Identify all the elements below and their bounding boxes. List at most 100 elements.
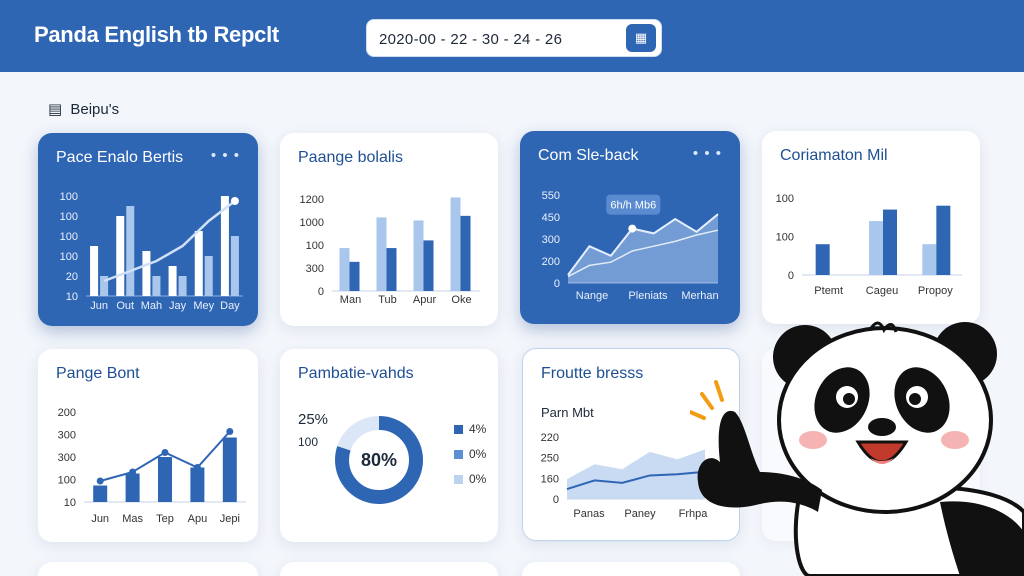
date-range-field[interactable]: 2020-00 - 22 - 30 - 24 - 26 ▦ — [366, 19, 662, 57]
y-tick-label: 160 — [541, 473, 559, 485]
card-subtitle: Parn Mbt — [541, 405, 594, 420]
line-point — [226, 428, 234, 435]
bar — [178, 276, 187, 296]
y-tick-label: 0 — [788, 270, 794, 282]
y-tick-label: 300 — [58, 452, 76, 464]
x-tick-label: Man — [340, 294, 361, 306]
y-tick-label: 100 — [60, 191, 78, 203]
panda-mascot-illustration — [690, 321, 1024, 576]
app-title: Panda English tb Repclt — [34, 22, 279, 47]
card-partial — [38, 562, 258, 576]
bar — [349, 261, 360, 291]
y-tick-label: 100 — [776, 232, 794, 244]
bar — [922, 244, 937, 275]
line-point — [161, 449, 169, 456]
x-tick-label: Nange — [576, 290, 608, 302]
y-tick-label: 100 — [60, 231, 78, 243]
line-point — [129, 468, 137, 476]
x-tick-label: Mey — [193, 300, 214, 312]
x-tick-label: Pleniats — [628, 290, 668, 302]
x-tick-label: Jepi — [220, 513, 240, 525]
date-range-text: 2020-00 - 22 - 30 - 24 - 26 — [379, 31, 563, 48]
more-icon[interactable]: • • • — [211, 147, 240, 164]
card-pange-bont[interactable]: 200 300 300 100 10 Jun Mas Tep Apu Jepi Pange Bon… — [38, 349, 258, 542]
y-tick-label: 100 — [776, 193, 794, 205]
x-tick-label: Apu — [188, 513, 208, 525]
card-com[interactable]: 550 450 300 200 0 6h/h Mb6 Nange Pleniats Merhan… — [520, 131, 740, 324]
breadcrumb[interactable]: ▤ Beipu's — [48, 100, 119, 118]
y-tick-label: 100 — [60, 211, 78, 223]
bar — [423, 240, 434, 291]
y-tick-label: 300 — [58, 430, 76, 442]
bar — [883, 209, 897, 275]
x-tick-label: Jun — [91, 513, 109, 525]
y-tick-label: 100 — [60, 251, 78, 263]
bar — [339, 248, 350, 291]
percent-sub-label: 100 — [298, 435, 319, 449]
y-tick-label: 300 — [306, 263, 324, 275]
y-tick-label: 10 — [64, 497, 76, 509]
x-tick-label: Oke — [451, 294, 471, 306]
x-tick-label: Jun — [90, 300, 108, 312]
tooltip-label: 6h/h Mb6 — [610, 200, 656, 212]
y-tick-label: 0 — [318, 286, 324, 298]
x-tick-label: Mah — [141, 300, 162, 312]
more-icon[interactable]: • • • — [693, 145, 722, 162]
card-paange[interactable]: 1200 1000 100 300 0 Man Tub Apur Oke Paange bola… — [280, 133, 498, 326]
card-pambatie[interactable]: Pambatie-vahds 25% 100 80% 4% 0% 0% — [280, 349, 498, 542]
bar — [204, 256, 213, 296]
card-title: Froutte bresss — [541, 365, 644, 382]
y-tick-label: 1000 — [300, 217, 324, 229]
calendar-icon[interactable]: ▦ — [626, 24, 656, 52]
card-partial — [280, 562, 498, 576]
card-coriamaton[interactable]: 100 100 0 Ptemt Cageu Propoy Coriamaton Mil — [762, 131, 980, 324]
x-tick-label: Out — [116, 300, 134, 312]
bar — [450, 197, 461, 291]
card-title: Paange bolalis — [298, 149, 403, 166]
y-tick-label: 100 — [306, 240, 324, 252]
y-tick-label: 450 — [542, 212, 560, 224]
bar — [413, 220, 424, 291]
card-title: Coriamaton Mil — [780, 147, 888, 164]
x-tick-label: Mas — [122, 513, 143, 525]
bar — [116, 216, 125, 296]
x-tick-label: Cageu — [866, 285, 898, 297]
legend-item: 0% — [454, 447, 486, 461]
line-point — [193, 464, 201, 471]
bar — [90, 246, 99, 296]
bar — [152, 276, 161, 296]
legend-item: 4% — [454, 422, 486, 436]
donut-center-value: 80% — [360, 450, 398, 470]
x-tick-label: Apur — [413, 294, 437, 306]
x-tick-label: Merhan — [681, 290, 718, 302]
bar — [869, 221, 883, 275]
bar — [93, 485, 108, 502]
breadcrumb-label: Beipu's — [70, 101, 120, 118]
bar — [376, 217, 387, 291]
bar — [936, 205, 951, 275]
bar — [194, 231, 203, 296]
y-tick-label: 0 — [553, 494, 559, 506]
card-pace[interactable]: 100 100 100 100 20 10 Jun Out Mah Jay Mey Day Pace … — [38, 133, 258, 326]
app-header: Panda English tb Repclt 2020-00 - 22 - 3… — [0, 0, 1024, 72]
y-tick-label: 10 — [66, 291, 78, 303]
bar — [460, 215, 471, 291]
x-tick-label: Day — [220, 300, 240, 312]
legend-item: 0% — [454, 472, 486, 486]
bar — [230, 236, 239, 296]
x-tick-label: Propoy — [918, 285, 953, 297]
card-title: Pange Bont — [56, 365, 140, 382]
bar — [222, 437, 237, 502]
x-tick-label: Tub — [378, 294, 397, 306]
card-title: Com Sle-back — [538, 147, 639, 164]
y-tick-label: 200 — [58, 407, 76, 419]
card-title: Pace Enalo Bertis — [56, 149, 184, 166]
y-tick-label: 1200 — [300, 194, 324, 206]
y-tick-label: 200 — [542, 256, 560, 268]
chart-icon: ▤ — [48, 101, 63, 118]
bar — [190, 467, 205, 502]
y-tick-label: 0 — [554, 278, 560, 290]
y-tick-label: 300 — [542, 234, 560, 246]
x-tick-label: Ptemt — [814, 285, 843, 297]
percent-label: 25% — [298, 411, 329, 428]
